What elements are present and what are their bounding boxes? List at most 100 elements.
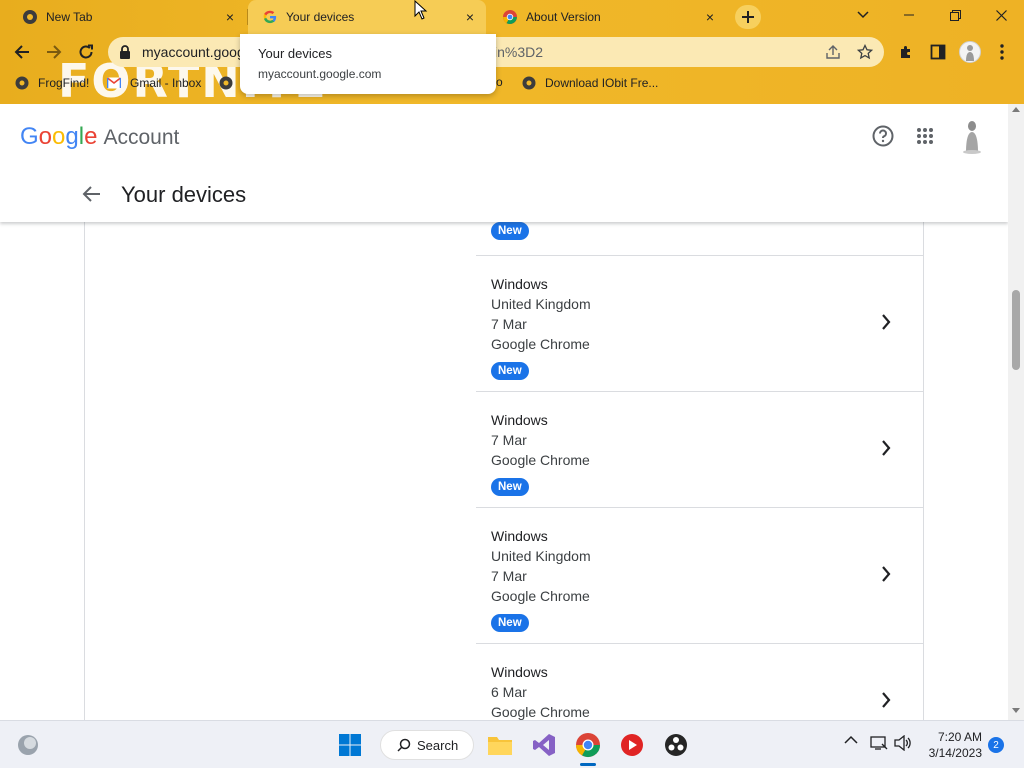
bookmark-label: o [496, 75, 503, 89]
device-os: Windows [491, 664, 548, 680]
menu-button[interactable] [988, 38, 1016, 66]
browser-toolbar: myaccount.goog in%3D2 [0, 34, 1024, 70]
notification-badge[interactable]: 2 [988, 737, 1004, 753]
tab-search-button[interactable] [840, 0, 886, 30]
device-browser: Google Chrome [491, 336, 590, 352]
help-icon [872, 125, 894, 147]
device-row[interactable]: Windows United Kingdom 7 Mar Google Chro… [476, 255, 924, 391]
device-location: United Kingdom [491, 548, 591, 564]
new-badge: New [491, 478, 529, 496]
chevron-up-icon [844, 735, 858, 744]
system-clock[interactable]: 7:20 AM 3/14/2023 [922, 729, 982, 761]
tab-title: Your devices [286, 10, 355, 24]
tab-title: About Version [526, 10, 601, 24]
obs-button[interactable] [660, 729, 692, 761]
restore-button[interactable] [932, 0, 978, 30]
bookmark-gmail[interactable]: Gmail - Inbox [106, 75, 201, 91]
minimize-icon [904, 14, 914, 16]
volume-button[interactable] [894, 735, 912, 751]
new-tab-button[interactable] [735, 5, 761, 29]
weather-widget-icon [18, 735, 38, 755]
lock-icon[interactable] [118, 44, 132, 65]
device-browser: Google Chrome [491, 704, 590, 720]
reload-button[interactable] [72, 38, 100, 66]
page-content: New Windows United Kingdom 7 Mar Google … [0, 104, 1008, 720]
bookmark-frogfind[interactable]: FrogFind! [14, 75, 89, 91]
close-window-button[interactable] [978, 0, 1024, 30]
bookmark-iobit[interactable]: Download IObit Fre... [521, 75, 658, 91]
chrome-icon [576, 733, 600, 758]
chevron-right-icon[interactable] [876, 312, 896, 332]
google-account-header: Google Account Your devices [0, 104, 1008, 222]
device-date: 7 Mar [491, 316, 527, 332]
hover-card-domain: myaccount.google.com [258, 67, 382, 81]
hover-card-title: Your devices [258, 46, 332, 61]
clock-time: 7:20 AM [937, 730, 982, 744]
device-row[interactable]: Windows United Kingdom 7 Mar Google Chro… [476, 507, 924, 643]
network-button[interactable] [870, 735, 888, 751]
chevron-right-icon[interactable] [876, 564, 896, 584]
chevron-right-icon[interactable] [876, 690, 896, 710]
forward-button[interactable] [40, 38, 68, 66]
close-tab-icon[interactable]: × [700, 7, 720, 27]
share-icon[interactable] [824, 43, 842, 61]
windows-taskbar: Search 7:20 AM 3/14/2023 2 [0, 720, 1024, 768]
gmail-icon [106, 75, 122, 91]
browser-chrome: FORTNITE New Tab × Your devices × About … [0, 0, 1024, 104]
google-wordmark: Google [20, 123, 98, 150]
tray-overflow-button[interactable] [844, 735, 858, 745]
tab-about-version[interactable]: About Version × [488, 0, 726, 34]
extensions-button[interactable] [892, 38, 920, 66]
close-tab-icon[interactable]: × [220, 7, 240, 27]
side-panel-button[interactable] [924, 38, 952, 66]
scroll-thumb[interactable] [1012, 290, 1020, 370]
bookmark-label: Download IObit Fre... [545, 76, 659, 90]
bookmark-label: FrogFind! [38, 76, 90, 90]
apps-button[interactable] [911, 122, 939, 150]
folder-icon [488, 737, 512, 755]
back-button[interactable] [8, 38, 36, 66]
back-arrow-button[interactable] [80, 182, 104, 206]
tab-title: New Tab [46, 10, 93, 24]
globe-icon [521, 75, 537, 91]
star-icon[interactable] [856, 43, 874, 61]
scroll-down-icon [1012, 708, 1020, 713]
globe-icon [14, 75, 30, 91]
taskbar-search[interactable]: Search [380, 730, 474, 760]
device-row[interactable]: Windows 6 Mar Google Chrome [476, 643, 924, 720]
tab-your-devices[interactable]: Your devices × [248, 0, 486, 34]
restore-icon [949, 9, 961, 21]
bookmark-partial[interactable] [218, 75, 242, 91]
chrome-icon [502, 9, 518, 25]
widgets-button[interactable] [12, 729, 44, 761]
close-tab-icon[interactable]: × [460, 7, 480, 27]
search-label: Search [417, 737, 459, 753]
scroll-up-icon [1012, 107, 1020, 112]
chevron-right-icon[interactable] [876, 438, 896, 458]
profile-button[interactable] [956, 38, 984, 66]
statue-avatar-icon [963, 121, 981, 154]
help-button[interactable] [869, 122, 897, 150]
bookmark-label: Gmail - Inbox [130, 76, 202, 90]
chrome-taskbar-button[interactable] [572, 729, 604, 761]
page-scrollbar[interactable] [1008, 104, 1024, 720]
page-title: Your devices [121, 182, 247, 207]
visual-studio-button[interactable] [528, 729, 560, 761]
google-account-logo[interactable]: Google Account [20, 123, 179, 151]
file-explorer-button[interactable] [484, 729, 516, 761]
new-badge: New [491, 614, 529, 632]
tab-new-tab[interactable]: New Tab × [8, 0, 246, 34]
puzzle-icon [901, 46, 910, 58]
recorder-button[interactable] [616, 729, 648, 761]
speaker-icon [894, 735, 911, 751]
minimize-button[interactable] [886, 0, 932, 30]
account-avatar[interactable] [958, 118, 986, 154]
address-bar[interactable]: myaccount.goog in%3D2 [108, 37, 884, 67]
new-badge: New [491, 222, 529, 240]
start-button[interactable] [334, 729, 366, 761]
device-row[interactable]: Windows 7 Mar Google Chrome New [476, 391, 924, 507]
new-badge: New [491, 362, 529, 380]
close-icon [995, 9, 1007, 21]
bookmark-fragment[interactable]: o [496, 75, 503, 89]
active-app-indicator [580, 763, 596, 766]
